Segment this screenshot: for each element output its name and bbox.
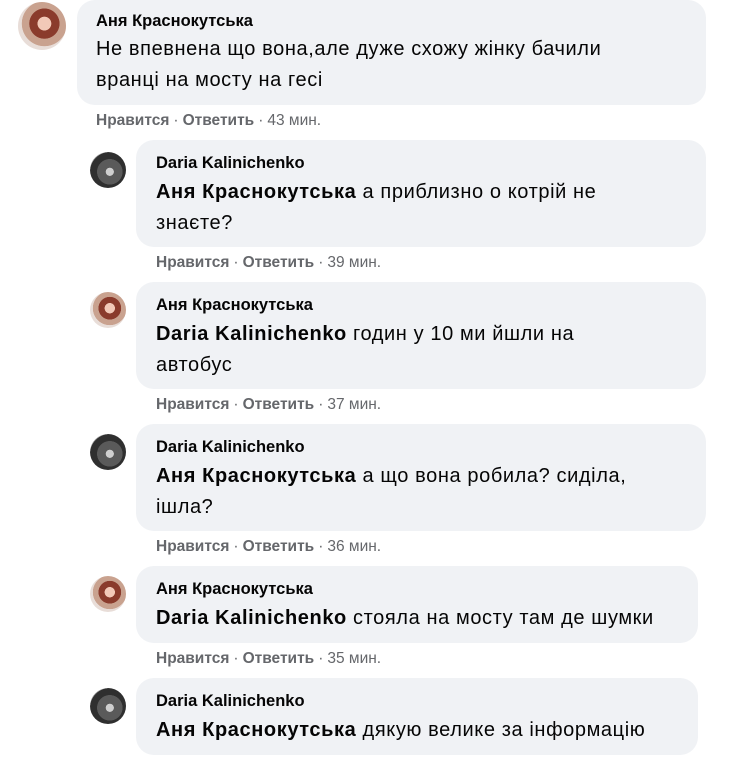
avatar[interactable] [90,292,126,328]
like-button[interactable]: Нравится [156,538,229,555]
comment-author[interactable]: Аня Краснокутська [96,12,253,31]
like-button[interactable]: Нравится [96,112,169,129]
comment-author[interactable]: Аня Краснокутська [156,580,313,599]
reply-comment: Daria Kalinichenko Аня Краснокутська а п… [0,140,749,282]
comment-text-line: а приблизно о котрій не [356,181,597,203]
avatar[interactable] [90,688,126,724]
mention-link[interactable]: Аня Краснокутська [156,465,356,487]
mention-link[interactable]: Daria Kalinichenko [156,323,347,345]
comment-actions: Нравится · Ответить · 36 мин. [156,538,382,555]
comment-text-line: стояла на мосту там де шумки [346,607,654,629]
reply-button[interactable]: Ответить [243,396,315,413]
comment-author[interactable]: Daria Kalinichenko [156,692,305,711]
reply-button[interactable]: Ответить [243,538,315,555]
comment-text: Аня Краснокутська дякую велике за інформ… [156,715,696,746]
comment-author[interactable]: Аня Краснокутська [156,296,313,315]
comment-actions: Нравится · Ответить · 39 мин. [156,254,382,271]
comment-actions: Нравится · Ответить · 43 мин. [96,112,322,129]
reply-comment: Аня Краснокутська Daria Kalinichenko год… [0,282,749,424]
reply-comment: Daria Kalinichenko Аня Краснокутська дяк… [0,678,749,760]
comment-text-line: знаєте? [156,212,233,234]
avatar[interactable] [18,2,66,50]
reply-button[interactable]: Ответить [243,650,315,667]
comment-text-line: дякую велике за інформацію [356,719,646,741]
comment-text-line: автобус [156,354,233,376]
comment-actions: Нравится · Ответить · 37 мин. [156,396,382,413]
avatar[interactable] [90,576,126,612]
reply-comment: Daria Kalinichenko Аня Краснокутська а щ… [0,424,749,566]
comment-text: Daria Kalinichenko годин у 10 ми йшли на… [156,319,696,381]
comment-text-line: годин у 10 ми йшли на [346,323,575,345]
reply-button[interactable]: Ответить [243,254,315,271]
comment-actions: Нравится · Ответить · 35 мин. [156,650,382,667]
comment-text-line: Не впевнена що вона,але дуже схожу жінку… [96,38,602,60]
comment-text-line: ішла? [156,496,214,518]
comment-text: Аня Краснокутська а що вона робила? сиді… [156,461,696,523]
comment-time[interactable]: 37 мин. [327,396,381,413]
reply-button[interactable]: Ответить [183,112,255,129]
comment-time[interactable]: 39 мин. [327,254,381,271]
comment-time[interactable]: 36 мин. [327,538,381,555]
like-button[interactable]: Нравится [156,396,229,413]
comment-time[interactable]: 35 мин. [327,650,381,667]
avatar[interactable] [90,152,126,188]
comment-time[interactable]: 43 мин. [267,112,321,129]
comment-text-line: а що вона робила? сиділа, [356,465,627,487]
comment-text: Не впевнена що вона,але дуже схожу жінку… [96,34,696,96]
reply-comment: Аня Краснокутська Daria Kalinichenko сто… [0,566,749,678]
like-button[interactable]: Нравится [156,254,229,271]
comment-author[interactable]: Daria Kalinichenko [156,438,305,457]
avatar[interactable] [90,434,126,470]
comment-text: Daria Kalinichenko стояла на мосту там д… [156,603,696,634]
mention-link[interactable]: Аня Краснокутська [156,181,356,203]
comment-text-line: вранці на мосту на гесі [96,69,323,91]
comment-author[interactable]: Daria Kalinichenko [156,154,305,173]
like-button[interactable]: Нравится [156,650,229,667]
mention-link[interactable]: Daria Kalinichenko [156,607,347,629]
mention-link[interactable]: Аня Краснокутська [156,719,356,741]
comment: Аня Краснокутська Не впевнена що вона,ал… [0,0,749,140]
comment-text: Аня Краснокутська а приблизно о котрій н… [156,177,696,239]
